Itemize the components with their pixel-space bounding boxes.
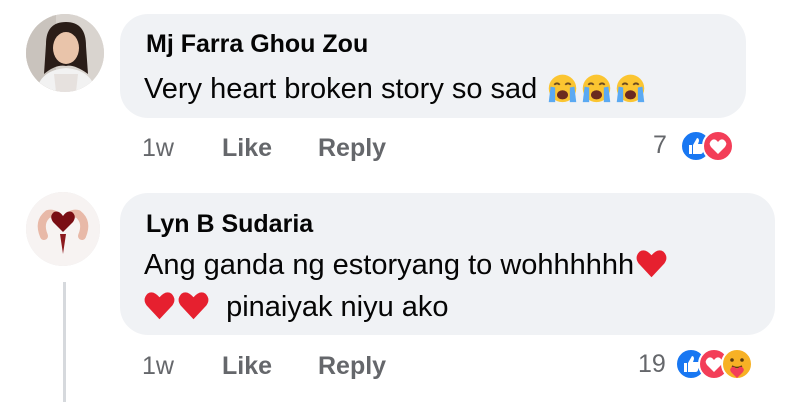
profile-photo (26, 14, 104, 92)
red-heart-icon (636, 250, 667, 278)
comment-text-content: Very heart broken story so sad (144, 73, 538, 105)
comment-bubble: Mj Farra Ghou Zou Very heart broken stor… (120, 14, 746, 118)
comment-text-content: pinaiyak niyu ako (226, 291, 449, 323)
avatar[interactable] (26, 192, 100, 266)
profile-photo (26, 192, 100, 266)
comment-text-line2: pinaiyak niyu ako (142, 287, 449, 327)
comment-text: Very heart broken story so sad (144, 69, 647, 115)
reply-button[interactable]: Reply (318, 352, 386, 381)
red-heart-icon (178, 292, 209, 320)
comment-text-content: Ang ganda ng estoryang to wohhhhhh (144, 249, 635, 281)
reply-thread-line (63, 282, 66, 402)
reaction-count: 19 (638, 350, 666, 378)
comment-text-line1: Ang ganda ng estoryang to wohhhhhh (144, 245, 668, 285)
comment-timestamp[interactable]: 1w (142, 134, 174, 163)
red-heart-icon (144, 292, 175, 320)
crying-face-icon (549, 74, 577, 103)
reply-button[interactable]: Reply (318, 134, 386, 163)
comment-bubble: Lyn B Sudaria Ang ganda ng estoryang to … (120, 193, 775, 335)
emoji-group (545, 71, 647, 115)
avatar[interactable] (26, 14, 104, 92)
comment-author[interactable]: Mj Farra Ghou Zou (146, 30, 368, 59)
comment-author[interactable]: Lyn B Sudaria (146, 210, 313, 239)
care-reaction-icon (721, 348, 753, 380)
love-reaction-icon (702, 130, 734, 162)
like-button[interactable]: Like (222, 134, 272, 163)
like-button[interactable]: Like (222, 352, 272, 381)
crying-face-icon (617, 74, 645, 103)
comment-timestamp[interactable]: 1w (142, 352, 174, 381)
reaction-count: 7 (653, 131, 667, 159)
crying-face-icon (583, 74, 611, 103)
